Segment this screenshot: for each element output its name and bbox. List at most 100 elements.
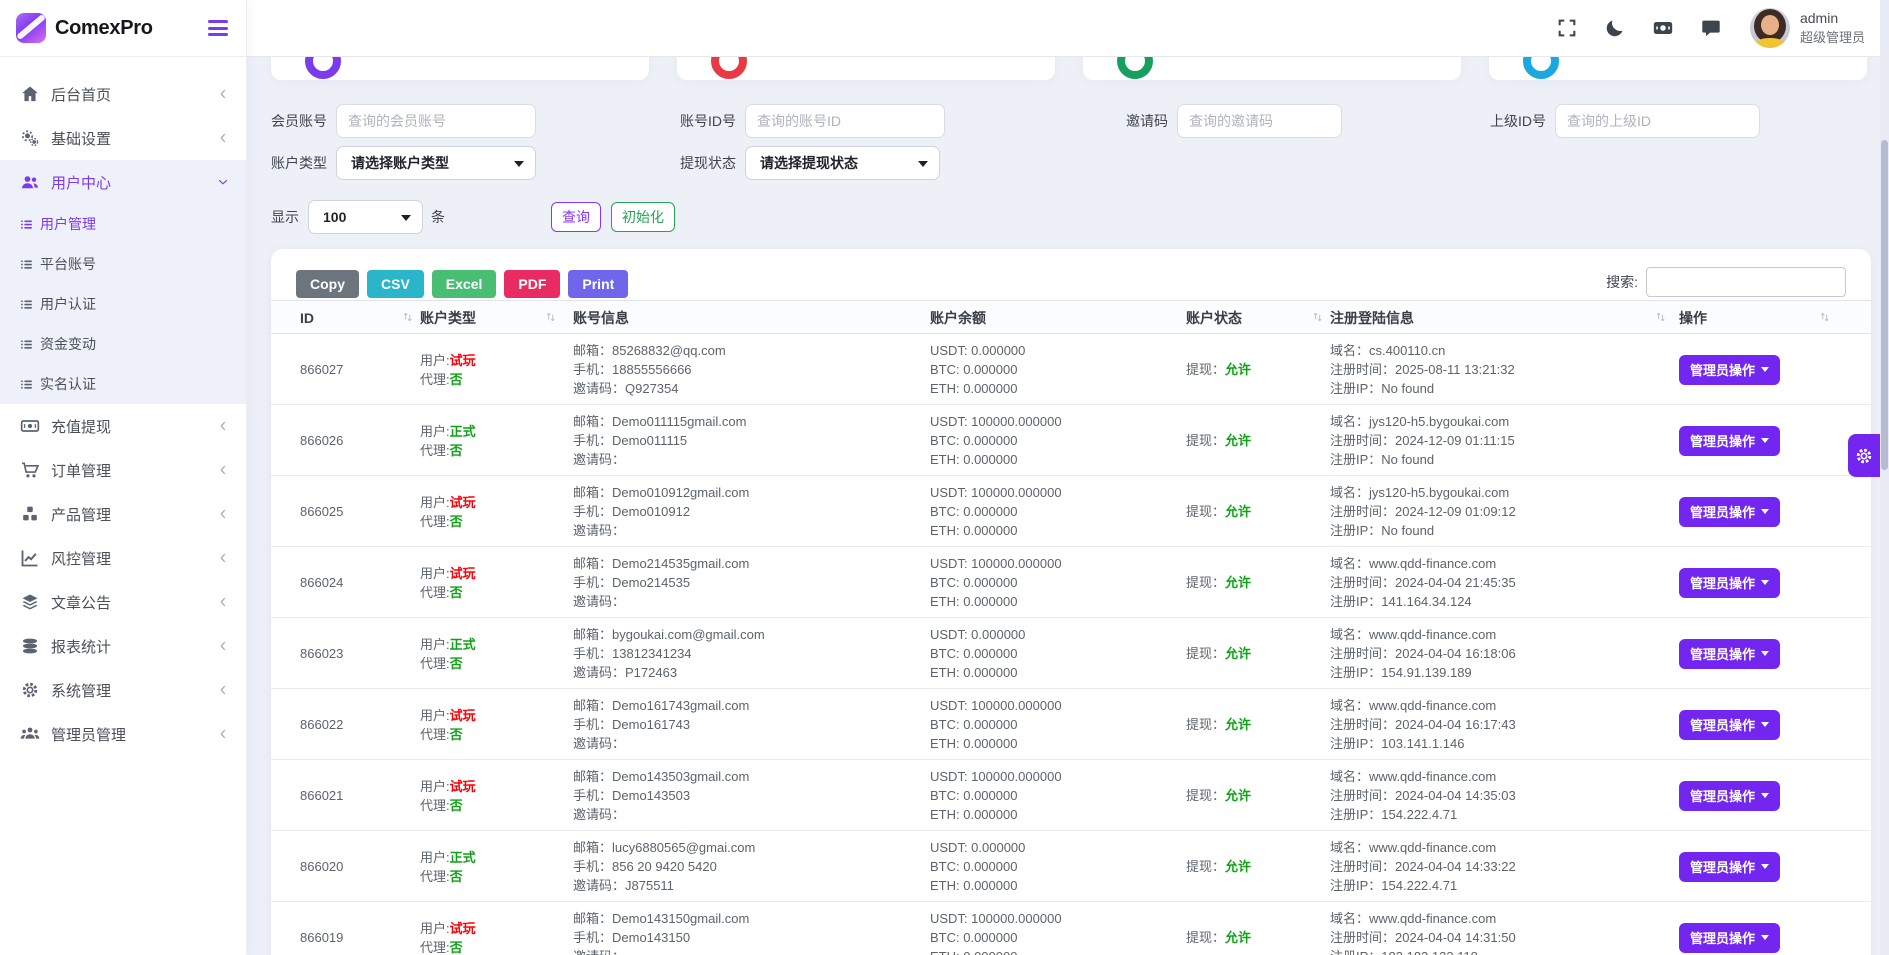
table-row: 866024 用户:试玩 代理:否 邮箱：Demo214535gmail.com… [271, 547, 1871, 618]
sidebar-item-后台首页[interactable]: 后台首页 [0, 72, 246, 116]
chev-left-icon [216, 639, 230, 653]
sidebar-item-实名认证[interactable]: 实名认证 [0, 364, 246, 404]
sidebar-item-基础设置[interactable]: 基础设置 [0, 116, 246, 160]
sidebar-item-产品管理[interactable]: 产品管理 [0, 492, 246, 536]
chevron-down-icon [1761, 935, 1769, 940]
query-button[interactable]: 查询 [551, 202, 601, 232]
user-group-icon [20, 724, 40, 744]
sidebar-item-系统管理[interactable]: 系统管理 [0, 668, 246, 712]
export-pdf-button[interactable]: PDF [504, 270, 560, 298]
settings-gear-button[interactable] [1848, 434, 1880, 477]
column-header-账号信息: 账号信息 [573, 301, 629, 335]
admin-action-button[interactable]: 管理员操作 [1679, 710, 1780, 740]
sidebar-item-订单管理[interactable]: 订单管理 [0, 448, 246, 492]
member-account-input[interactable] [336, 104, 536, 138]
coins-icon [20, 636, 40, 656]
export-csv-button[interactable]: CSV [367, 270, 424, 298]
account-type-select[interactable]: 请选择账户类型 [336, 146, 536, 180]
parent-id-input[interactable] [1555, 104, 1760, 138]
gear-icon [20, 680, 40, 700]
sidebar-item-用户中心[interactable]: 用户中心 [0, 160, 246, 204]
parent-id-label: 上级ID号 [1488, 111, 1546, 131]
home-icon [20, 84, 40, 104]
search-input[interactable] [1646, 267, 1846, 297]
table-card: CopyCSVExcelPDFPrint 搜索: ID账户类型账号信息账户余额账… [271, 249, 1871, 955]
sidebar-item-充值提现[interactable]: 充值提现 [0, 404, 246, 448]
column-header-账户类型[interactable]: 账户类型 [420, 301, 476, 335]
app-title: ComexPro [55, 17, 153, 40]
sidebar-item-管理员管理[interactable]: 管理员管理 [0, 712, 246, 756]
dark-mode-icon[interactable] [1604, 17, 1626, 39]
cell-balance: USDT: 0.000000BTC: 0.000000ETH: 0.000000 [930, 831, 1025, 902]
column-header-注册登陆信息[interactable]: 注册登陆信息 [1330, 301, 1414, 335]
admin-action-button[interactable]: 管理员操作 [1679, 355, 1780, 385]
invite-code-label: 邀请码 [1126, 111, 1168, 131]
cell-register-info: 域名：www.qdd-finance.com注册时间：2024-04-04 16… [1330, 689, 1516, 760]
sort-icon[interactable] [1655, 310, 1671, 326]
sort-icon[interactable] [1819, 310, 1835, 326]
sidebar-item-资金变动[interactable]: 资金变动 [0, 324, 246, 364]
list-icon [20, 298, 33, 311]
column-header-账户余额: 账户余额 [930, 301, 986, 335]
export-copy-button[interactable]: Copy [296, 270, 359, 298]
fullscreen-icon[interactable] [1556, 17, 1578, 39]
cubes-icon [20, 504, 40, 524]
admin-action-button[interactable]: 管理员操作 [1679, 923, 1780, 953]
cell-account-info: 邮箱：85268832@qq.com手机：18855556666邀请码：Q927… [573, 334, 726, 405]
hamburger-menu-icon[interactable] [208, 20, 228, 36]
chevron-down-icon [1761, 864, 1769, 869]
sidebar-item-风控管理[interactable]: 风控管理 [0, 536, 246, 580]
column-header-账户状态[interactable]: 账户状态 [1186, 301, 1242, 335]
cell-account-type: 用户:试玩 代理:否 [420, 689, 476, 760]
cell-balance: USDT: 100000.000000BTC: 0.000000ETH: 0.0… [930, 476, 1062, 547]
sidebar-item-文章公告[interactable]: 文章公告 [0, 580, 246, 624]
cell-register-info: 域名：www.qdd-finance.com注册时间：2024-04-04 14… [1330, 831, 1516, 902]
admin-action-button[interactable]: 管理员操作 [1679, 781, 1780, 811]
cell-register-info: 域名：www.qdd-finance.com注册时间：2024-04-04 14… [1330, 902, 1516, 955]
parent-id-filter: 上级ID号 [1488, 104, 1760, 138]
list-icon [20, 378, 33, 391]
admin-action-button[interactable]: 管理员操作 [1679, 639, 1780, 669]
admin-info[interactable]: admin 超级管理员 [1800, 10, 1865, 46]
sort-icon[interactable] [402, 310, 418, 326]
table-row: 866023 用户:正式 代理:否 邮箱：bygoukai.com@gmail.… [271, 618, 1871, 689]
scrollbar-thumb[interactable] [1881, 140, 1888, 470]
sort-icon[interactable] [1312, 310, 1328, 326]
table-row: 866019 用户:试玩 代理:否 邮箱：Demo143150gmail.com… [271, 902, 1871, 955]
sidebar-item-报表统计[interactable]: 报表统计 [0, 624, 246, 668]
reset-button[interactable]: 初始化 [611, 202, 675, 232]
chevron-down-icon [1761, 651, 1769, 656]
messages-icon[interactable] [1700, 17, 1722, 39]
cell-id: 866025 [300, 476, 343, 547]
table-header: ID 账户类型 账号信息 账户余额 账户状态 注册登陆信息 操作 [271, 300, 1871, 334]
cell-id: 866021 [300, 760, 343, 831]
avatar[interactable] [1750, 8, 1790, 48]
cashier-icon[interactable] [1652, 17, 1674, 39]
sort-icon[interactable] [545, 310, 561, 326]
table-row: 866026 用户:正式 代理:否 邮箱：Demo011115gmail.com… [271, 405, 1871, 476]
cell-id: 866026 [300, 405, 343, 476]
cell-id: 866023 [300, 618, 343, 689]
table-body: 866027 用户:试玩 代理:否 邮箱：85268832@qq.com手机：1… [271, 334, 1871, 955]
sidebar-item-平台账号[interactable]: 平台账号 [0, 244, 246, 284]
column-header-操作[interactable]: 操作 [1679, 301, 1707, 335]
page-size-select[interactable]: 100 [308, 200, 423, 234]
chart-icon [20, 548, 40, 568]
account-id-input[interactable] [745, 104, 945, 138]
column-header-ID[interactable]: ID [300, 301, 314, 335]
export-print-button[interactable]: Print [568, 270, 628, 298]
cell-register-info: 域名：jys120-h5.bygoukai.com注册时间：2024-12-09… [1330, 476, 1516, 547]
invite-code-input[interactable] [1177, 104, 1342, 138]
withdraw-status-select[interactable]: 请选择提现状态 [745, 146, 940, 180]
admin-action-button[interactable]: 管理员操作 [1679, 497, 1780, 527]
account-id-filter: 账号ID号 [678, 104, 945, 138]
export-excel-button[interactable]: Excel [432, 270, 497, 298]
sidebar-item-用户管理[interactable]: 用户管理 [0, 204, 246, 244]
admin-action-button[interactable]: 管理员操作 [1679, 426, 1780, 456]
admin-action-button[interactable]: 管理员操作 [1679, 852, 1780, 882]
sidebar-item-用户认证[interactable]: 用户认证 [0, 284, 246, 324]
page-scrollbar[interactable] [1880, 0, 1889, 955]
admin-action-button[interactable]: 管理员操作 [1679, 568, 1780, 598]
export-buttons: Copy CSV ExcelPDF Print [296, 270, 628, 298]
cell-balance: USDT: 100000.000000BTC: 0.000000ETH: 0.0… [930, 689, 1062, 760]
